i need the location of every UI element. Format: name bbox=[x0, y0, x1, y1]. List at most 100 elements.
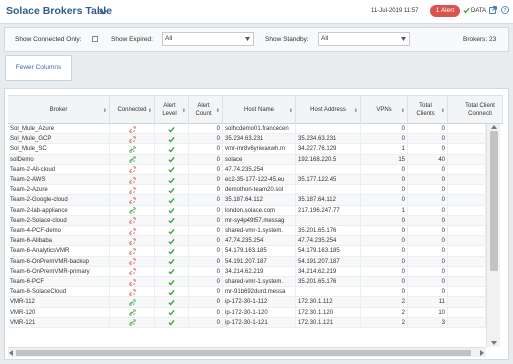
table-row[interactable]: VMR-120 0 ip-172-30-1-120 172.30.1.120 2 10 bbox=[8, 307, 486, 318]
cell-total-client-connections bbox=[448, 297, 486, 308]
alert-level-ok-check-icon bbox=[155, 236, 189, 247]
table-row[interactable]: Sol_Mule_GCP 0 35.234.63.231 35.234.63.231 0… bbox=[8, 134, 486, 145]
column-header-alert-level[interactable]: Alert Level ⬍ bbox=[155, 96, 189, 124]
disconnected-link-icon bbox=[110, 287, 155, 298]
connected-link-icon bbox=[110, 205, 155, 216]
scroll-right-arrow-icon[interactable] bbox=[480, 350, 484, 356]
sort-icon: ⬍ bbox=[102, 108, 107, 114]
cell-total-client-connections bbox=[448, 256, 486, 267]
column-header-total-clients[interactable]: Total Clients ⬍ bbox=[408, 96, 448, 124]
cell-vpns: 0 bbox=[361, 215, 408, 226]
table-row[interactable]: VMR-112 0 ip-172-30-1-112 172.30.1.112 2 11 bbox=[8, 297, 486, 308]
sort-icon: ⬍ bbox=[147, 108, 152, 114]
cell-clients: 3 bbox=[408, 317, 448, 328]
brokers-count: Brokers: 23 bbox=[463, 36, 497, 43]
sort-icon: ⬍ bbox=[440, 108, 445, 114]
cell-host-name: 35.234.63.231 bbox=[223, 134, 296, 145]
cell-vpns: 0 bbox=[361, 134, 408, 145]
table-row[interactable]: VMR-121 0 ip-172-30-1-121 172.30.1.121 2 3 bbox=[8, 317, 486, 328]
cell-host-name: solace bbox=[223, 154, 296, 165]
cell-broker: Team-6-Alibaba bbox=[8, 236, 110, 247]
chevron-down-icon[interactable] bbox=[99, 8, 107, 16]
scroll-left-arrow-icon[interactable] bbox=[9, 350, 13, 356]
table-row[interactable]: Team-2-AWS 0 ec2-35-177-122-45.eu 35.177.12… bbox=[8, 175, 486, 186]
table-row[interactable]: solDemo 0 solace 192.168.220.5 15 40 bbox=[8, 154, 486, 165]
table-row[interactable]: Team-6-Alibaba 0 47.74.235.254 47.74.235.25… bbox=[8, 236, 486, 247]
cell-clients: 0 bbox=[408, 287, 448, 298]
alert-level-ok-check-icon bbox=[155, 154, 189, 165]
cell-clients: 0 bbox=[408, 205, 448, 216]
table-row[interactable]: Sol_Mule_Azure 0 solhcdemo01.francecen 0 0 bbox=[8, 124, 486, 135]
connected-only-checkbox[interactable] bbox=[92, 36, 98, 42]
table-row[interactable]: Team-6-AnalyticsVMR 0 54.179.163.185 54.179… bbox=[8, 246, 486, 257]
cell-clients: 0 bbox=[408, 195, 448, 206]
vertical-scroll-thumb[interactable] bbox=[490, 131, 498, 271]
cell-host-address: 172.30.1.120 bbox=[296, 307, 361, 318]
alert-badge[interactable]: 1 Alert bbox=[430, 5, 460, 17]
table-row[interactable]: Team-2-All-cloud 0 47.74.235.254 0 0 bbox=[8, 164, 486, 175]
cell-vpns: 0 bbox=[361, 124, 408, 134]
column-header-broker[interactable]: Broker ⬍ bbox=[8, 96, 110, 124]
table-row[interactable]: Sol_Mule_SC 0 vmr-mr8v6yriwaxwh.m 34.227.76… bbox=[8, 144, 486, 155]
help-icon[interactable]: ? bbox=[501, 6, 509, 14]
column-header-total-client-connections[interactable]: Total Client Connecti bbox=[448, 96, 503, 124]
cell-vpns: 15 bbox=[361, 154, 408, 165]
cell-host-name: 54.191.207.187 bbox=[223, 256, 296, 267]
expired-select[interactable]: All bbox=[162, 32, 254, 46]
cell-host-address: 172.30.1.121 bbox=[296, 317, 361, 328]
table-row[interactable]: Team-2-Google-cloud 0 35.187.64.112 35.187.… bbox=[8, 195, 486, 206]
alert-level-ok-check-icon bbox=[155, 175, 189, 185]
cell-alert-count: 0 bbox=[189, 317, 223, 328]
cell-broker: Team-2-AWS bbox=[8, 175, 110, 185]
fewer-columns-button[interactable]: Fewer Columns bbox=[5, 55, 72, 81]
timestamp: 11-Jul-2019 11:57 bbox=[371, 8, 419, 14]
vertical-scrollbar[interactable] bbox=[486, 124, 500, 347]
alert-level-ok-check-icon bbox=[155, 266, 189, 277]
cell-vpns: 2 bbox=[361, 307, 408, 318]
cell-clients: 11 bbox=[408, 297, 448, 308]
disconnected-link-icon bbox=[110, 195, 155, 206]
cell-clients: 0 bbox=[408, 134, 448, 145]
horizontal-scrollbar[interactable] bbox=[8, 347, 486, 357]
column-header-vpns[interactable]: VPNs ⬍ bbox=[361, 96, 408, 124]
cell-clients: 0 bbox=[408, 266, 448, 277]
table-row[interactable]: Team-6-PCF 0 shared-vmr-1.system. 35.201.65… bbox=[8, 277, 486, 288]
scroll-up-arrow-icon[interactable] bbox=[491, 125, 497, 129]
scroll-down-arrow-icon[interactable] bbox=[491, 341, 497, 345]
column-header-connected[interactable]: Connected ⬍ bbox=[110, 96, 155, 124]
sort-icon: ⬍ bbox=[215, 108, 220, 114]
cell-host-address bbox=[296, 215, 361, 226]
cell-alert-count: 0 bbox=[189, 297, 223, 308]
chevron-down-icon bbox=[245, 37, 250, 41]
open-external-icon[interactable] bbox=[489, 6, 497, 14]
standby-select[interactable]: All bbox=[318, 32, 410, 46]
table-row[interactable]: Team-6-OnPremVMR-backup 0 54.191.207.187 54… bbox=[8, 256, 486, 267]
table-row[interactable]: Team-2-Solace-cloud 0 mr-sy4p49t57.messag 0… bbox=[8, 215, 486, 226]
column-header-alert-count[interactable]: Alert Count ⬍ bbox=[189, 96, 223, 124]
cell-host-address: 192.168.220.5 bbox=[296, 154, 361, 165]
cell-alert-count: 0 bbox=[189, 266, 223, 277]
column-header-host-name[interactable]: Host Name ⬍ bbox=[223, 96, 296, 124]
cell-host-name: demothon-team20.sol bbox=[223, 185, 296, 196]
cell-host-address bbox=[296, 164, 361, 175]
disconnected-link-icon bbox=[110, 266, 155, 277]
cell-broker: Team-6-OnPremVMR-primary bbox=[8, 266, 110, 277]
cell-vpns: 0 bbox=[361, 256, 408, 267]
table-row[interactable]: Team-2-Azure 0 demothon-team20.sol 0 0 bbox=[8, 185, 486, 196]
svg-text:?: ? bbox=[504, 8, 507, 14]
column-header-host-address[interactable]: Host Address ⬍ bbox=[296, 96, 361, 124]
sort-icon: ⬍ bbox=[400, 108, 405, 114]
table-header: Broker ⬍ Connected ⬍ Alert Level ⬍ Alert Co… bbox=[8, 95, 503, 124]
cell-host-address: 35.201.65.176 bbox=[296, 277, 361, 287]
cell-alert-count: 0 bbox=[189, 195, 223, 206]
table-row[interactable]: Team-2-lab-appliance 0 london.solace.com 21… bbox=[8, 205, 486, 216]
data-ok-check-icon bbox=[463, 7, 470, 14]
table-row[interactable]: Team-4-PCF-demo 0 shared-vmr-1.system. 35.2… bbox=[8, 226, 486, 237]
cell-alert-count: 0 bbox=[189, 215, 223, 226]
horizontal-scroll-thumb[interactable] bbox=[16, 350, 471, 356]
alert-level-ok-check-icon bbox=[155, 185, 189, 196]
table-row[interactable]: Team-6-SolaceCloud 0 mr-91b692durd.messa 0 0 bbox=[8, 287, 486, 298]
table-row[interactable]: Team-6-OnPremVMR-primary 0 34.214.62.219 34… bbox=[8, 266, 486, 277]
cell-alert-count: 0 bbox=[189, 226, 223, 236]
sort-icon: ⬍ bbox=[181, 108, 186, 114]
